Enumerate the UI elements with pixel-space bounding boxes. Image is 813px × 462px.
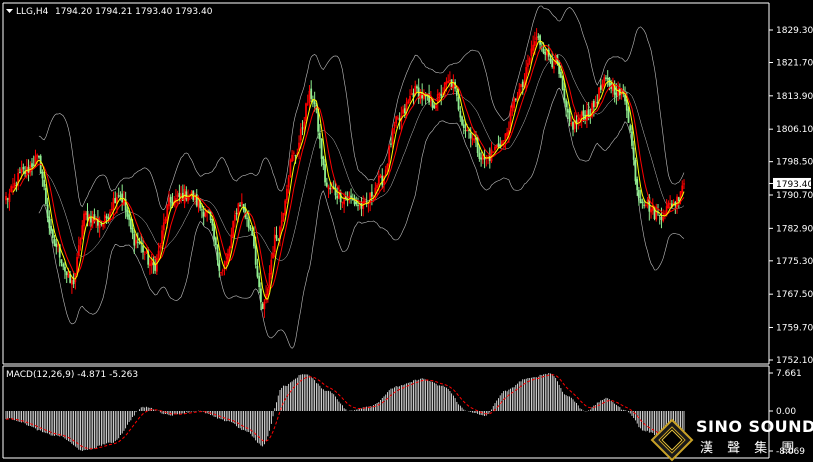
price-tick-label: 1752.10 [776,356,813,366]
price-tick-label: 1759.70 [776,324,813,334]
price-tick-label: 1767.50 [776,290,813,300]
price-tick-label: 1806.10 [776,125,813,135]
price-tick-label: 1775.30 [776,257,813,267]
macd-tick-label: 7.661 [776,369,802,379]
price-tick-label: 1821.70 [776,58,813,68]
candle [289,158,292,178]
ohlc-values: 1794.20 1794.21 1793.40 1793.40 [55,7,213,17]
price-tick-label: 1798.50 [776,158,813,168]
macd-label: MACD(12,26,9) -4.871 -5.263 [6,370,138,380]
candle [232,220,235,238]
candle [495,144,498,149]
candle [461,115,463,127]
price-tick-label: 1790.70 [776,191,813,201]
candle [284,198,287,216]
chart-header: LLG,H4 1794.20 1794.21 1793.40 1793.40 [6,7,213,17]
current-price-label: 1793.40 [776,180,813,190]
brand-name: SINO SOUND [696,417,813,436]
current-price-marker: 1793.40 [769,177,813,190]
candle [634,157,637,185]
price-tick-label: 1782.90 [776,224,813,234]
macd-tick-label: 0.00 [776,407,796,417]
candle [282,212,285,222]
price-tick-label: 1813.90 [776,92,813,102]
brand-chinese: 漢 聲 集 團 [700,440,799,456]
chart-window[interactable]: LLG,H4 1794.20 1794.21 1793.40 1793.40 1… [0,0,813,462]
symbol-timeframe: LLG,H4 [16,7,49,17]
price-tick-label: 1829.30 [776,26,813,36]
